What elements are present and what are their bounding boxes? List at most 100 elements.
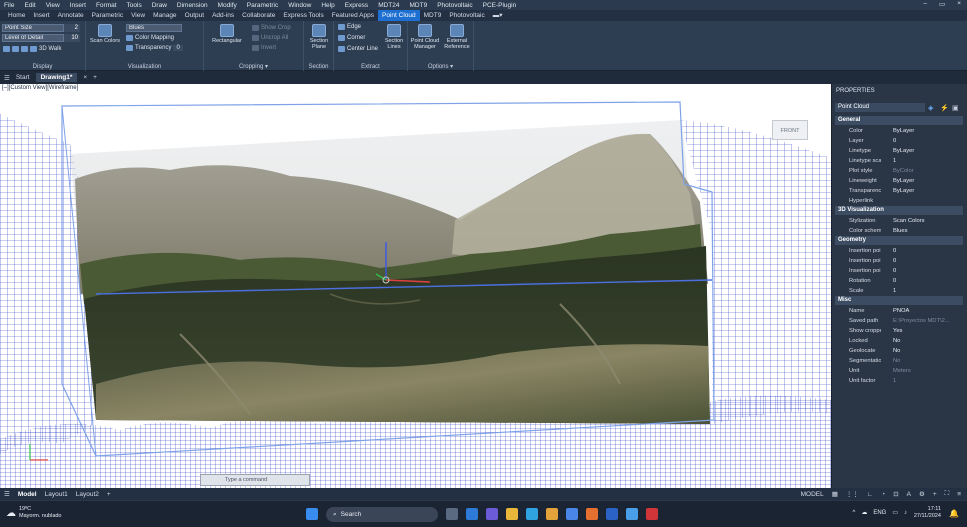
transparency-control[interactable]: Transparency 0 (126, 45, 183, 51)
network-icon[interactable]: ▭ (892, 509, 898, 516)
menu-draw[interactable]: Draw (152, 2, 167, 9)
property-value[interactable]: 1 (881, 286, 963, 296)
ortho-icon[interactable]: ∟ (867, 491, 873, 498)
customize-icon[interactable]: ≡ (957, 491, 961, 498)
property-value[interactable]: No (881, 336, 963, 346)
tab-point-cloud[interactable]: Point Cloud (378, 10, 420, 21)
property-value[interactable]: E:\Proyectos MDT\2... (881, 316, 963, 326)
property-row[interactable]: Name PNOA (835, 306, 963, 316)
property-row[interactable]: Scale 1 (835, 286, 963, 296)
menu-modify[interactable]: Modify (218, 2, 237, 9)
property-value[interactable] (881, 196, 963, 206)
property-row[interactable]: SegmentationNo (835, 356, 963, 366)
tab-start[interactable]: Start (16, 74, 30, 81)
menu-insert[interactable]: Insert (70, 2, 86, 9)
property-row[interactable]: Insertion point...0 (835, 266, 963, 276)
orbit-icon[interactable] (12, 46, 19, 52)
transparency-value[interactable]: 0 (173, 45, 183, 51)
polar-icon[interactable]: ◔ (881, 491, 885, 498)
drawing-viewport[interactable]: [–][Custom View][Wireframe] FRONT Type a… (0, 84, 831, 488)
property-value[interactable]: No (881, 346, 963, 356)
tab-photovoltaic[interactable]: Photovoltaic (445, 10, 488, 21)
app-icon[interactable] (566, 508, 578, 520)
section-plane-button[interactable]: Section Plane (306, 24, 332, 50)
tab-featured-apps[interactable]: Featured Apps (328, 10, 378, 21)
workspace-icon[interactable]: ⚙ (919, 490, 925, 498)
cloud-app-icon[interactable] (626, 508, 638, 520)
property-row[interactable]: Linetype ByLayer (835, 146, 963, 156)
color-mapping-button[interactable]: Color Mapping (126, 35, 174, 41)
tab-model[interactable]: Model (18, 491, 37, 498)
menu-express[interactable]: Express (345, 2, 368, 9)
tab-mdt9[interactable]: MDT9 (420, 10, 446, 21)
object-type-select[interactable]: Point Cloud (835, 103, 925, 112)
show-crop-button[interactable]: Show Crop (252, 25, 291, 31)
property-value[interactable]: 0 (881, 246, 963, 256)
menu-window[interactable]: Window (288, 2, 311, 9)
invert-button[interactable]: Invert (252, 45, 276, 51)
level-of-detail-field[interactable]: Level of Detail (2, 34, 64, 42)
property-value[interactable]: Scan Colors (881, 216, 963, 226)
tab-insert[interactable]: Insert (29, 10, 53, 21)
tab-parametric[interactable]: Parametric (88, 10, 127, 21)
section-view-icon[interactable] (21, 46, 28, 52)
point-size-value[interactable]: 2 (64, 24, 80, 32)
start-icon[interactable] (306, 508, 318, 520)
property-value[interactable]: ByColor (881, 166, 963, 176)
tab-home[interactable]: Home (4, 10, 29, 21)
property-row[interactable]: Geolocate No (835, 346, 963, 356)
word-icon[interactable] (606, 508, 618, 520)
ribbon-toggle-icon[interactable]: ▬▾ (489, 10, 507, 21)
volume-icon[interactable]: ♪ (904, 510, 907, 516)
menu-mdt9[interactable]: MDT9 (410, 2, 428, 9)
file-explorer-icon[interactable] (506, 508, 518, 520)
property-row[interactable]: Hyperlink (835, 196, 963, 206)
osnap-icon[interactable]: ⊡ (893, 490, 898, 498)
add-icon[interactable]: + (933, 491, 937, 498)
tab-output[interactable]: Output (181, 10, 209, 21)
restore-button[interactable]: ▭ (939, 0, 945, 8)
tab-manage[interactable]: Manage (149, 10, 181, 21)
property-section[interactable]: Geometry (835, 236, 963, 245)
chrome-icon[interactable] (546, 508, 558, 520)
property-row[interactable]: Locked No (835, 336, 963, 346)
menu-mdt24[interactable]: MDT24 (378, 2, 399, 9)
teams-icon[interactable] (486, 508, 498, 520)
outlook-icon[interactable] (466, 508, 478, 520)
property-value[interactable]: Blues (881, 226, 963, 236)
autocad-icon[interactable] (646, 508, 658, 520)
property-value[interactable]: 0 (881, 276, 963, 286)
property-value[interactable]: ByLayer (881, 126, 963, 136)
notification-icon[interactable]: 🔔 (949, 509, 959, 518)
color-scheme-select[interactable]: Blues (126, 24, 182, 32)
minimize-button[interactable]: – (923, 0, 927, 8)
taskbar-search[interactable]: ⌕ Search (326, 507, 438, 522)
property-value[interactable]: Meters (881, 366, 963, 376)
tab-layout1[interactable]: Layout1 (45, 491, 68, 498)
command-line[interactable]: Type a command (200, 474, 310, 486)
tab-drawing1[interactable]: Drawing1* (35, 73, 78, 82)
clock[interactable]: 17:11 27/11/2024 (914, 506, 941, 520)
property-row[interactable]: Saved path E:\Proyectos MDT\2... (835, 316, 963, 326)
menu-photovoltaic[interactable]: Photovoltaic (437, 2, 472, 9)
walk-icon[interactable] (30, 46, 37, 52)
point-cloud-manager-button[interactable]: Point Cloud Manager (410, 24, 440, 50)
point-icon[interactable] (3, 46, 10, 52)
edge-button[interactable]: Edge (338, 24, 361, 30)
options-title[interactable]: Options ▾ (408, 63, 473, 70)
property-row[interactable]: Transparency ByLayer (835, 186, 963, 196)
viewcube[interactable]: FRONT (772, 120, 808, 140)
tab-view[interactable]: View (127, 10, 149, 21)
property-row[interactable]: Layer 0 (835, 136, 963, 146)
menu-dimension[interactable]: Dimension (177, 2, 208, 9)
property-row[interactable]: Linetype scale1 (835, 156, 963, 166)
property-row[interactable]: Color ByLayer (835, 126, 963, 136)
property-section[interactable]: General (835, 116, 963, 125)
property-value[interactable]: ByLayer (881, 186, 963, 196)
property-row[interactable]: Plot style ByColor (835, 166, 963, 176)
weather-widget[interactable]: ☁ 19ºC Mayorm. nublado (6, 506, 62, 520)
add-layout-button[interactable]: + (107, 491, 111, 498)
menu-parametric[interactable]: Parametric (247, 2, 278, 9)
property-section[interactable]: Misc (835, 296, 963, 305)
tab-layout2[interactable]: Layout2 (76, 491, 99, 498)
